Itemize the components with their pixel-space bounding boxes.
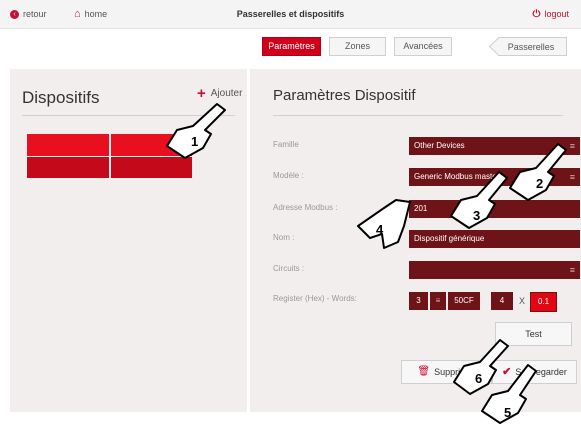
pointing-hand-icon: 3 (450, 171, 508, 229)
plus-icon: + (197, 84, 206, 102)
settings-title: Paramètres Dispositif (273, 87, 416, 104)
add-device-label: Ajouter (210, 88, 243, 99)
multiply-label: X (519, 296, 526, 306)
famille-value: Other Devices (414, 141, 465, 150)
adresse-label: Adresse Modbus : (273, 203, 338, 212)
words-input[interactable]: 4 (491, 292, 513, 310)
nom-label: Nom : (273, 233, 295, 242)
passerelles-back-tab[interactable]: Passerelles (489, 37, 567, 56)
register-address-input[interactable]: 50CF (448, 292, 480, 310)
tab-avancees[interactable]: Avancées (394, 37, 452, 56)
power-icon: ⏻ (532, 8, 541, 20)
logout-button[interactable]: ⏻ logout (533, 9, 569, 19)
register-count-input[interactable]: 3 (409, 292, 428, 310)
register-label: Register (Hex) - Words: (273, 294, 357, 303)
famille-label: Famille (273, 140, 299, 149)
menu-icon: ≡ (435, 296, 441, 305)
page-title: Passerelles et dispositifs (236, 9, 345, 19)
annotation-number: 6 (475, 371, 482, 386)
pointing-hand-icon: 2 (509, 143, 567, 201)
annotation-number: 3 (473, 208, 480, 223)
tab-parametres[interactable]: Paramètres (262, 37, 321, 56)
scale-input[interactable]: 0.1 (530, 292, 557, 312)
annotation-number: 2 (536, 176, 543, 191)
device-tile[interactable] (27, 134, 109, 156)
register-menu-button[interactable]: ≡ (430, 292, 446, 310)
circuits-label: Circuits : (273, 264, 305, 273)
add-device-button[interactable]: + Ajouter (197, 84, 243, 102)
menu-icon: ≡ (569, 265, 575, 275)
divider (273, 115, 563, 116)
trash-icon: 🗑 (417, 366, 431, 377)
nom-value: Dispositif générique (414, 234, 485, 243)
annotation-number: 4 (376, 222, 384, 237)
passerelles-tab-label: Passerelles (508, 42, 555, 52)
pointing-hand-icon: 6 (453, 339, 509, 395)
pointing-hand-icon: 4 (357, 199, 411, 249)
devices-title: Dispositifs (22, 88, 100, 107)
annotation-number: 1 (191, 134, 198, 149)
adresse-value: 201 (414, 204, 428, 213)
modele-label: Modèle : (273, 171, 304, 180)
device-tile[interactable] (27, 157, 109, 178)
annotation-number: 5 (504, 405, 511, 420)
nom-input[interactable]: Dispositif générique (409, 230, 580, 248)
logout-label: logout (544, 9, 569, 19)
circuits-select[interactable]: ≡ (409, 261, 580, 279)
pointing-hand-icon: 1 (166, 103, 226, 159)
tab-zones[interactable]: Zones (329, 37, 386, 56)
